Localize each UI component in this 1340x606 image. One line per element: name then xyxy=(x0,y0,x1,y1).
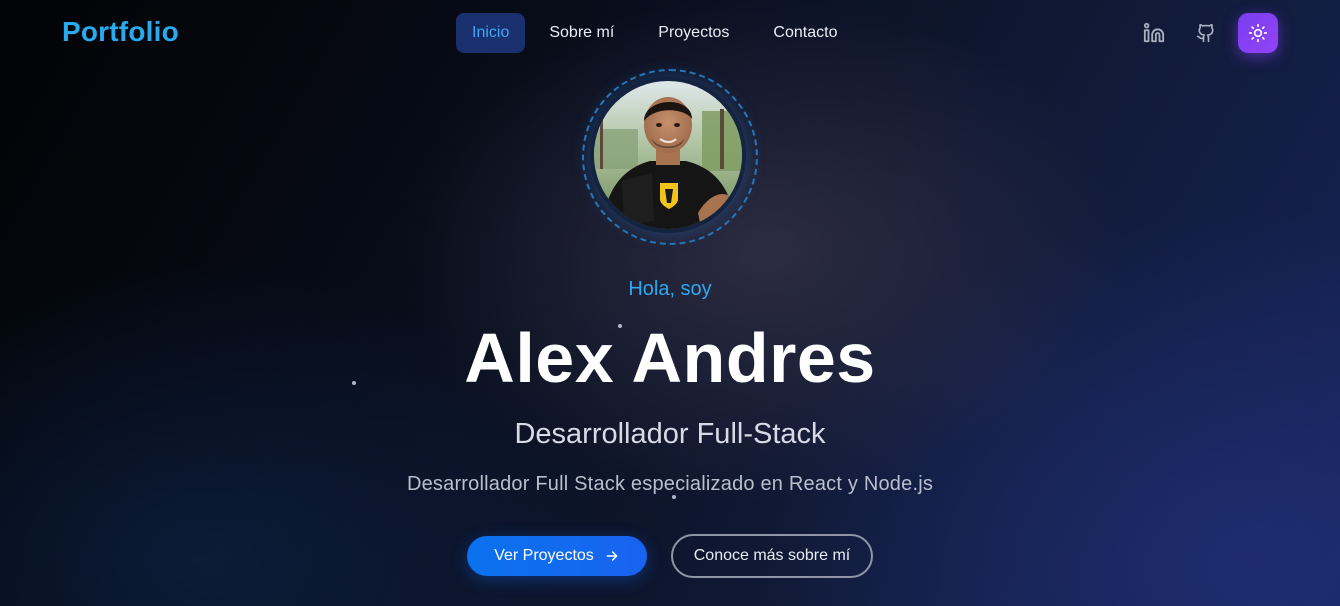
nav-link-inicio[interactable]: Inicio xyxy=(456,13,526,53)
avatar xyxy=(590,77,746,233)
logo[interactable]: Portfolio xyxy=(62,16,179,48)
particle-dot xyxy=(618,324,622,328)
hero-name: Alex Andres xyxy=(464,319,876,397)
navbar: Portfolio Inicio Sobre mí Proyectos Cont… xyxy=(0,0,1340,66)
theme-toggle-button[interactable] xyxy=(1238,13,1278,53)
main-nav: Inicio Sobre mí Proyectos Contacto xyxy=(456,13,857,53)
hero-greeting: Hola, soy xyxy=(628,278,712,300)
hero-tagline: Desarrollador Full Stack especializado e… xyxy=(406,473,934,495)
about-me-label: Conoce más sobre mí xyxy=(693,547,851,564)
avatar-container xyxy=(582,69,758,245)
view-projects-button[interactable]: Ver Proyectos xyxy=(467,536,647,576)
nav-link-contacto[interactable]: Contacto xyxy=(753,13,857,53)
particle-dot xyxy=(352,381,356,385)
profile-photo xyxy=(594,81,742,229)
nav-link-sobre-mi[interactable]: Sobre mí xyxy=(529,13,634,53)
sun-icon xyxy=(1248,23,1268,43)
view-projects-label: Ver Proyectos xyxy=(494,547,594,564)
particle-dot xyxy=(672,495,676,499)
nav-actions xyxy=(1134,13,1278,53)
linkedin-button[interactable] xyxy=(1134,13,1174,53)
hero-role: Desarrollador Full-Stack xyxy=(514,418,826,450)
nav-link-proyectos[interactable]: Proyectos xyxy=(638,13,749,53)
github-button[interactable] xyxy=(1186,13,1226,53)
about-me-button[interactable]: Conoce más sobre mí xyxy=(671,534,873,578)
arrow-right-icon xyxy=(606,551,618,561)
github-icon xyxy=(1196,23,1214,43)
linkedin-icon xyxy=(1143,22,1165,43)
